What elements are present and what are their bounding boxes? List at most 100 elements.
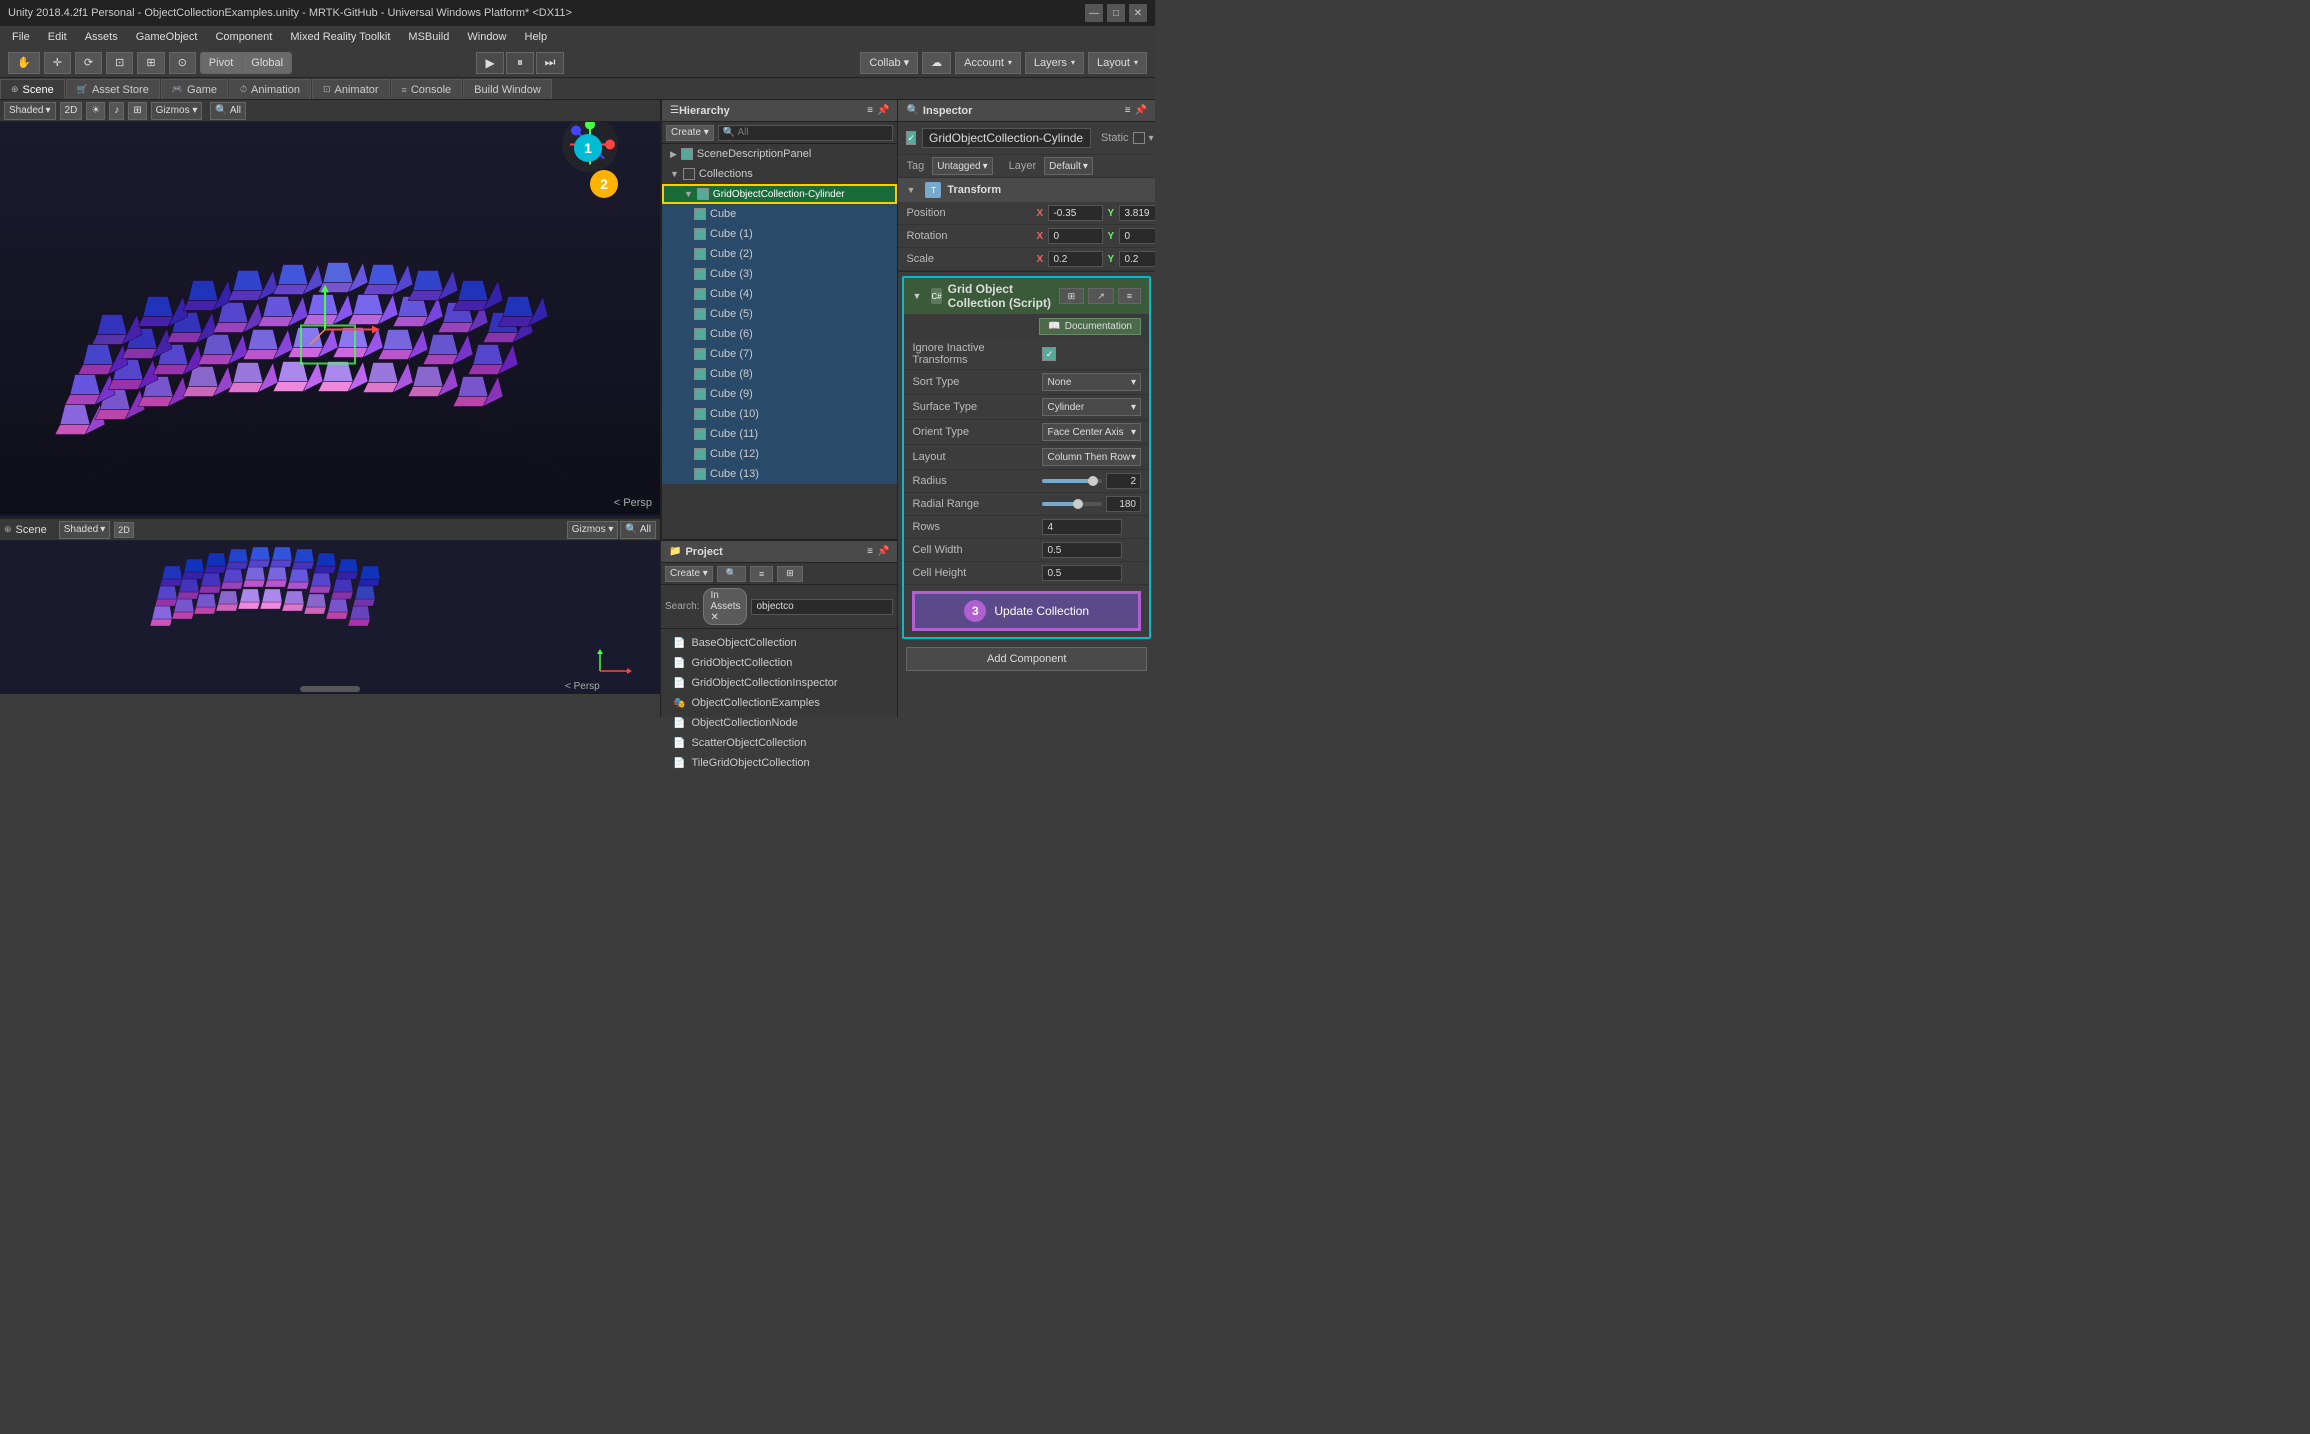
cell-width-input[interactable]: [1042, 542, 1122, 558]
project-create-button[interactable]: Create ▾: [665, 566, 713, 582]
menu-window[interactable]: Window: [459, 29, 514, 45]
radial-range-slider[interactable]: [1042, 496, 1141, 512]
layers-button[interactable]: Layers ▾: [1025, 52, 1084, 74]
tag-select[interactable]: Untagged ▾: [932, 157, 992, 175]
project-grid-button[interactable]: ⊞: [777, 566, 803, 582]
mini-all-search[interactable]: 🔍 All: [620, 521, 656, 539]
cloud-button[interactable]: ☁: [922, 52, 951, 74]
add-component-button[interactable]: Add Component: [906, 647, 1147, 671]
tab-build-window[interactable]: Build Window: [463, 79, 552, 99]
static-dropdown-arrow[interactable]: ▾: [1149, 133, 1154, 144]
mini-scene-scrollbar[interactable]: [300, 686, 360, 692]
object-name-input[interactable]: [922, 128, 1091, 148]
rows-input[interactable]: [1042, 519, 1122, 535]
lighting-button[interactable]: ☀: [86, 102, 105, 120]
pause-button[interactable]: ⏸: [506, 52, 534, 74]
2d-button[interactable]: 2D: [60, 102, 83, 120]
list-item[interactable]: 📄 GridObjectCollection: [669, 653, 889, 673]
project-sort-button[interactable]: ≡: [750, 566, 773, 582]
scale-x-input[interactable]: [1048, 251, 1103, 267]
hand-tool-button[interactable]: ✋: [8, 52, 40, 74]
script-menu-button[interactable]: ≡: [1118, 288, 1141, 304]
list-item[interactable]: Cube (1): [662, 224, 897, 244]
tab-animator[interactable]: ⊡ Animator: [312, 79, 390, 99]
radial-range-input[interactable]: [1106, 496, 1141, 512]
menu-gameobject[interactable]: GameObject: [128, 29, 206, 45]
list-item[interactable]: 📄 GridObjectCollectionInspector: [669, 673, 889, 693]
close-button[interactable]: ✕: [1129, 4, 1147, 22]
list-item[interactable]: Cube (9): [662, 384, 897, 404]
tab-game[interactable]: 🎮 Game: [161, 79, 228, 99]
list-item[interactable]: 📄 ScatterObjectCollection: [669, 733, 889, 753]
scale-tool-button[interactable]: ⊡: [106, 52, 133, 74]
rotation-y-input[interactable]: [1119, 228, 1155, 244]
orient-type-dropdown[interactable]: Face Center Axis ▾: [1042, 423, 1141, 441]
menu-file[interactable]: File: [4, 29, 38, 45]
layout-dropdown[interactable]: Column Then Row ▾: [1042, 448, 1141, 466]
list-item[interactable]: Cube (11): [662, 424, 897, 444]
menu-edit[interactable]: Edit: [40, 29, 75, 45]
list-item[interactable]: 📄 TileGridObjectCollection: [669, 753, 889, 773]
move-tool-button[interactable]: ✛: [44, 52, 71, 74]
maximize-button[interactable]: □: [1107, 4, 1125, 22]
collab-button[interactable]: Collab ▾: [860, 52, 918, 74]
list-item[interactable]: Cube (4): [662, 284, 897, 304]
hierarchy-search-input[interactable]: [718, 125, 894, 141]
play-button[interactable]: ▶: [476, 52, 504, 74]
surface-type-dropdown[interactable]: Cylinder ▾: [1042, 398, 1141, 416]
hier-item-scene-description[interactable]: ▶ SceneDescriptionPanel: [662, 144, 897, 164]
mini-shaded-dropdown[interactable]: Shaded ▾: [59, 521, 111, 539]
menu-msbuild[interactable]: MSBuild: [400, 29, 457, 45]
hierarchy-create-button[interactable]: Create ▾: [666, 125, 714, 141]
menu-help[interactable]: Help: [517, 29, 556, 45]
radial-range-thumb[interactable]: [1073, 499, 1083, 509]
list-item[interactable]: Cube (12): [662, 444, 897, 464]
list-item[interactable]: Cube: [662, 204, 897, 224]
hier-item-grid-object-collection[interactable]: ▼ GridObjectCollection-Cylinder: [662, 184, 897, 204]
layer-select[interactable]: Default ▾: [1044, 157, 1093, 175]
list-item[interactable]: Cube (2): [662, 244, 897, 264]
project-search-button[interactable]: 🔍: [717, 566, 746, 582]
list-item[interactable]: 🎭 ObjectCollectionExamples: [669, 693, 889, 713]
mini-scene-panel[interactable]: ⊕ Scene Shaded ▾ 2D Gizmos ▾ 🔍 All: [0, 517, 660, 692]
audio-button[interactable]: ♪: [109, 102, 124, 120]
gizmos-dropdown[interactable]: Gizmos ▾: [151, 102, 203, 120]
layout-button[interactable]: Layout ▾: [1088, 52, 1147, 74]
rotation-x-input[interactable]: [1048, 228, 1103, 244]
list-item[interactable]: Cube (7): [662, 344, 897, 364]
tab-asset-store[interactable]: 🛒 Asset Store: [66, 79, 160, 99]
account-button[interactable]: Account ▾: [955, 52, 1021, 74]
ignore-inactive-checkbox[interactable]: ✓: [1042, 347, 1056, 361]
script-overflow-button[interactable]: ↗: [1088, 288, 1114, 304]
minimize-button[interactable]: —: [1085, 4, 1103, 22]
list-item[interactable]: Cube (6): [662, 324, 897, 344]
in-assets-badge[interactable]: In Assets ✕: [703, 588, 747, 625]
effects-button[interactable]: ⊞: [128, 102, 146, 120]
list-item[interactable]: 📄 BaseObjectCollection: [669, 633, 889, 653]
sort-type-dropdown[interactable]: None ▾: [1042, 373, 1141, 391]
menu-mixed-reality[interactable]: Mixed Reality Toolkit: [282, 29, 398, 45]
step-button[interactable]: ⏭: [536, 52, 564, 74]
global-button[interactable]: Global: [242, 52, 292, 74]
update-collection-button[interactable]: 3 Update Collection: [912, 591, 1141, 631]
rect-tool-button[interactable]: ⊞: [137, 52, 164, 74]
list-item[interactable]: Cube (13): [662, 464, 897, 484]
position-x-input[interactable]: [1048, 205, 1103, 221]
hier-item-collections[interactable]: ▼ Collections: [662, 164, 897, 184]
static-checkbox[interactable]: [1133, 132, 1145, 144]
list-item[interactable]: Cube (8): [662, 364, 897, 384]
tab-console[interactable]: ≡ Console: [391, 79, 463, 99]
tab-scene[interactable]: ⊕ Scene: [0, 79, 65, 99]
mini-gizmos-dropdown[interactable]: Gizmos ▾: [567, 521, 619, 539]
position-y-input[interactable]: [1119, 205, 1155, 221]
list-item[interactable]: 📄 ObjectCollectionNode: [669, 713, 889, 733]
object-active-checkbox[interactable]: ✓: [906, 131, 916, 145]
all-search[interactable]: 🔍 All: [210, 102, 246, 120]
scene-view[interactable]: 1 2 < Persp: [0, 122, 660, 517]
scale-y-input[interactable]: [1119, 251, 1155, 267]
radius-slider[interactable]: [1042, 473, 1141, 489]
menu-component[interactable]: Component: [207, 29, 280, 45]
transform-tool-button[interactable]: ⊙: [169, 52, 196, 74]
list-item[interactable]: Cube (5): [662, 304, 897, 324]
radius-input[interactable]: [1106, 473, 1141, 489]
